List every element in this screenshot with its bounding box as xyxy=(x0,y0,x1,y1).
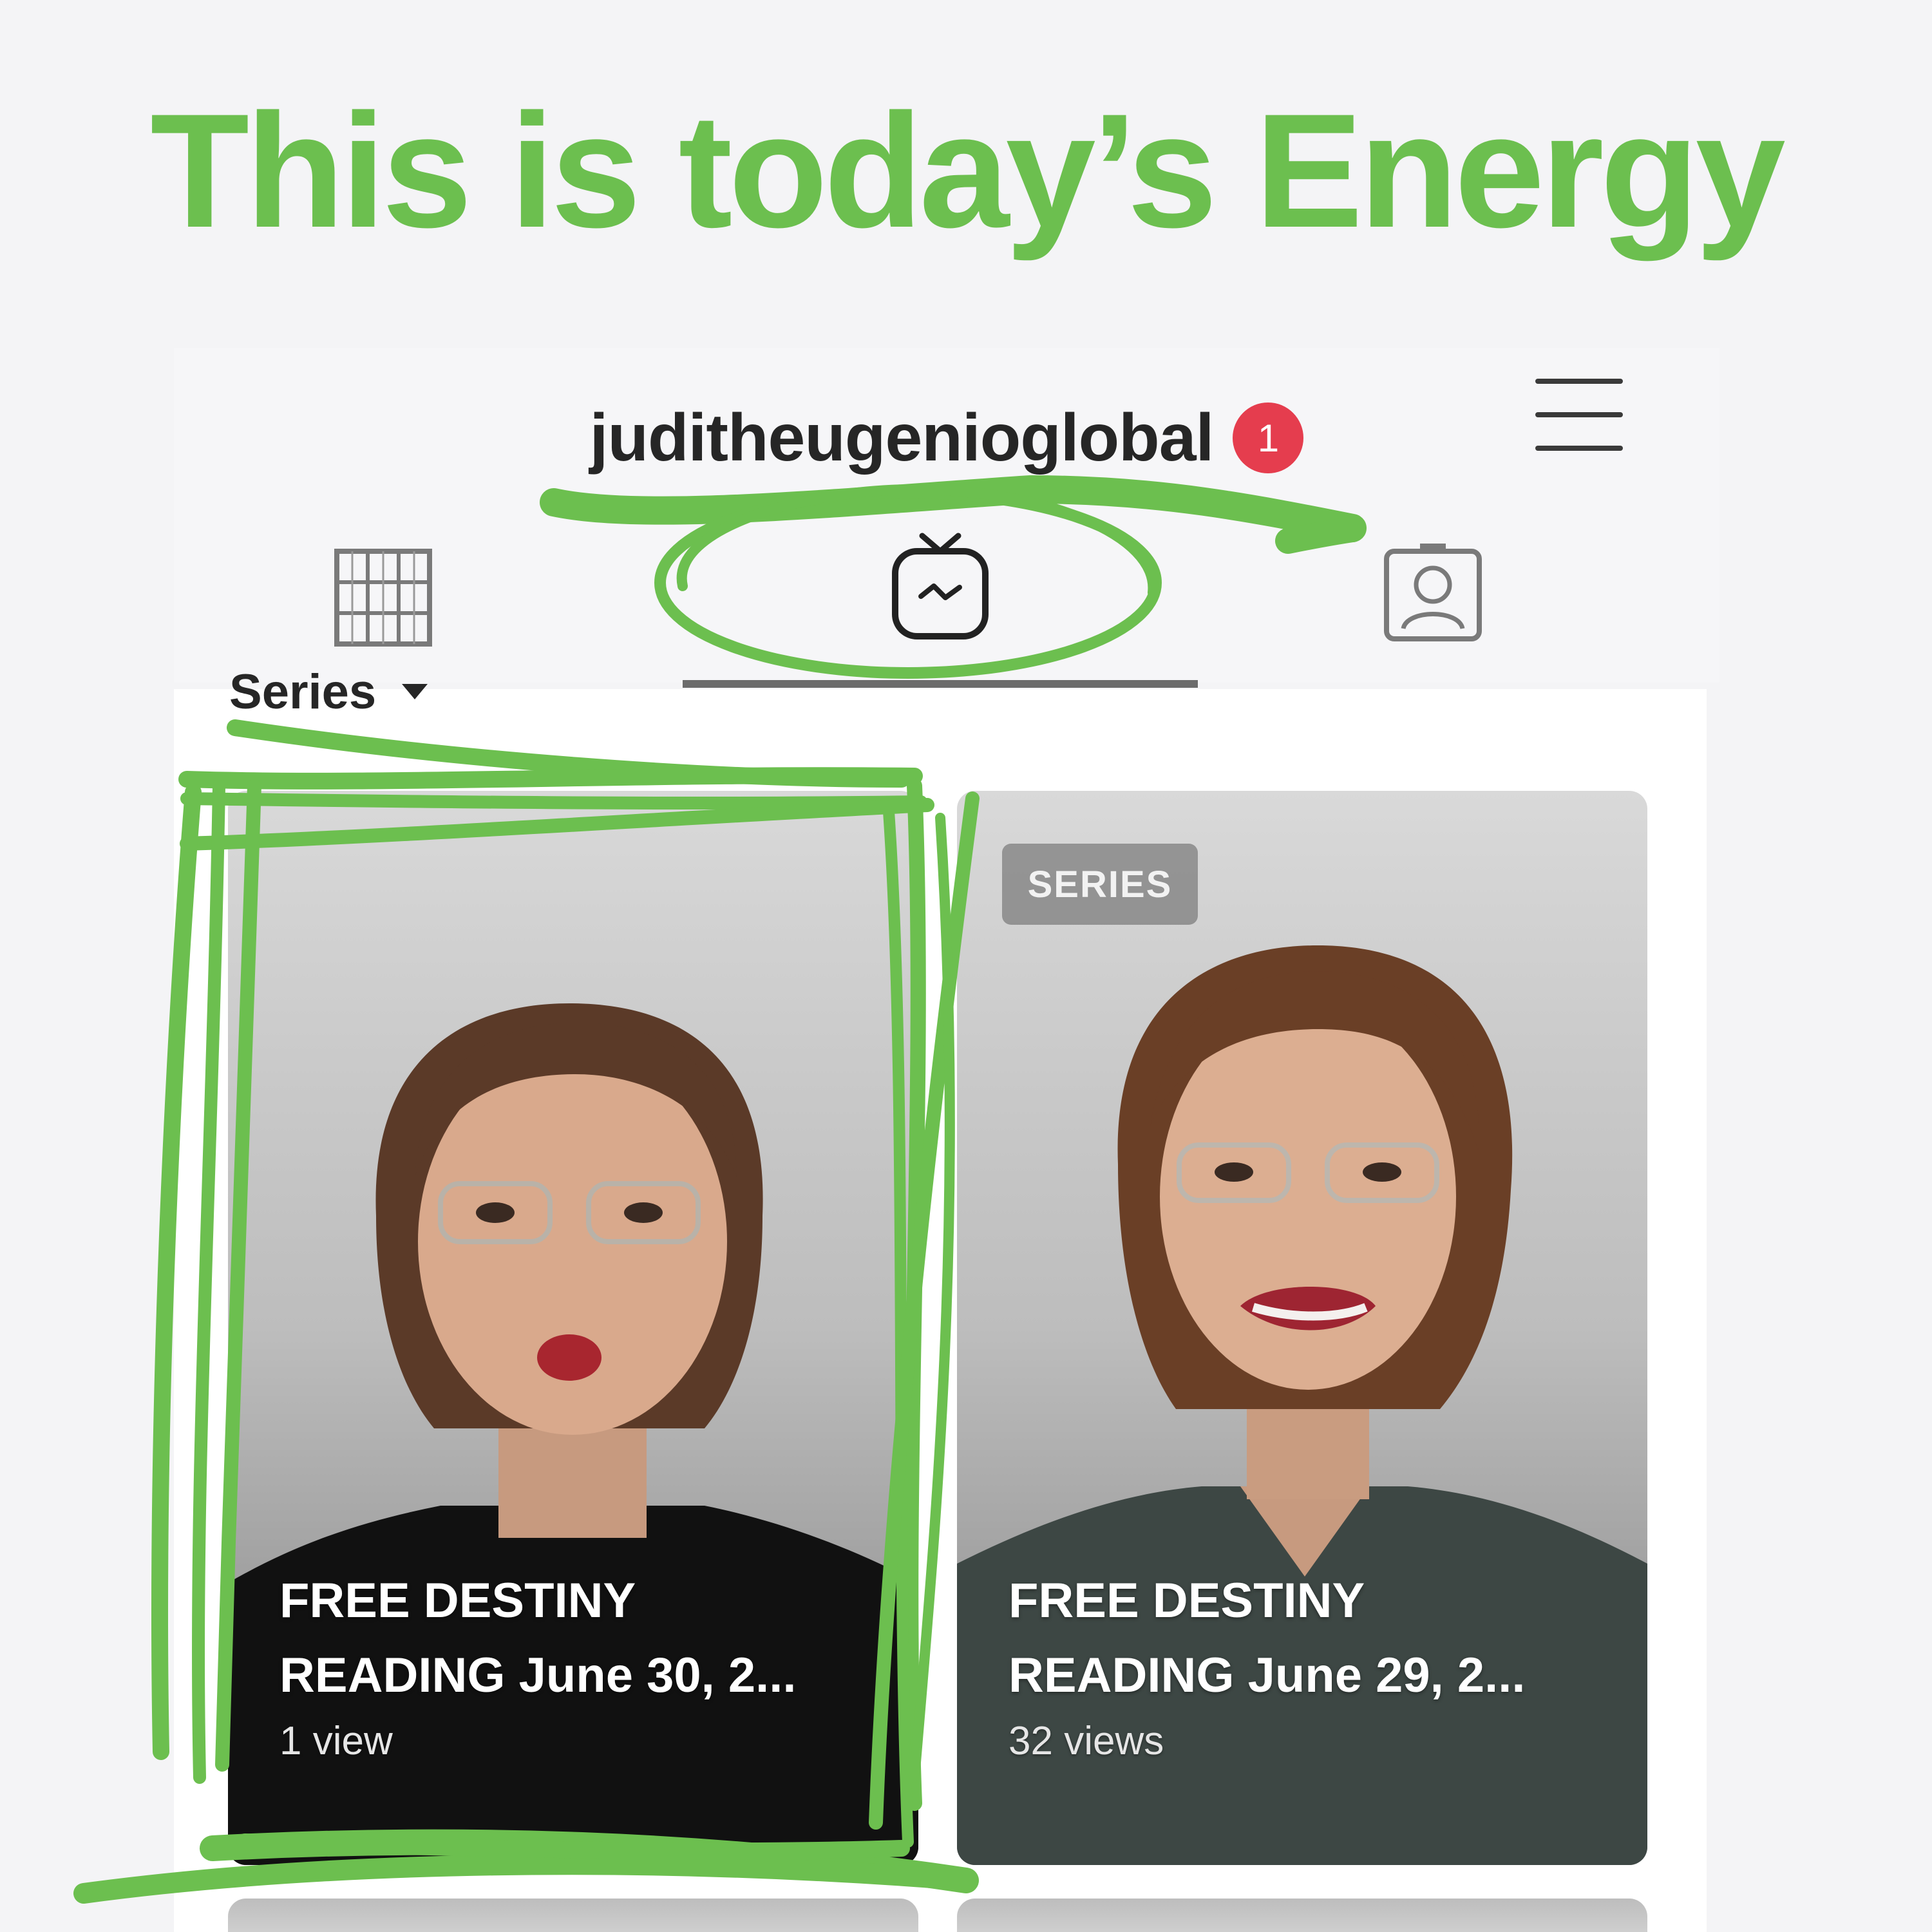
tagged-person-icon xyxy=(1384,544,1482,641)
menu-hamburger-icon[interactable] xyxy=(1535,375,1623,459)
series-tag: SERIES xyxy=(1002,844,1198,925)
video-card[interactable]: SERIES FREE DESTINY READING June 29, 2..… xyxy=(957,791,1647,1865)
igtv-feed: Series FREE DESTINY READING June 30, 2..… xyxy=(174,666,1707,1932)
video-card-partial[interactable] xyxy=(228,1899,918,1932)
profile-header: juditheugenioglobal 1 xyxy=(174,348,1719,688)
grid-icon xyxy=(334,549,432,647)
screenshot-stage: This is today’s Energy juditheugenioglob… xyxy=(0,0,1932,1932)
tab-igtv[interactable] xyxy=(683,528,1198,683)
tab-posts-grid[interactable] xyxy=(303,528,464,683)
caret-down-icon xyxy=(402,684,428,699)
notification-badge[interactable]: 1 xyxy=(1233,402,1304,473)
series-filter-label: Series xyxy=(229,666,377,717)
igtv-icon xyxy=(892,533,989,639)
series-filter-dropdown[interactable]: Series xyxy=(229,666,428,717)
video-card-partial[interactable] xyxy=(957,1899,1647,1932)
video-title: FREE DESTINY READING June 30, 2... xyxy=(279,1573,797,1703)
video-title: FREE DESTINY READING June 29, 2... xyxy=(1009,1573,1526,1703)
profile-tabs xyxy=(174,528,1719,688)
headline-text: This is today’s Energy xyxy=(150,80,1785,261)
video-view-count: 32 views xyxy=(1009,1719,1164,1763)
username[interactable]: juditheugenioglobal xyxy=(590,400,1215,477)
video-view-count: 1 view xyxy=(279,1719,393,1763)
username-row: juditheugenioglobal 1 xyxy=(174,374,1719,502)
video-card[interactable]: FREE DESTINY READING June 30, 2... 1 vie… xyxy=(228,791,918,1865)
tab-tagged[interactable] xyxy=(1352,528,1513,683)
active-tab-indicator xyxy=(683,680,1198,688)
